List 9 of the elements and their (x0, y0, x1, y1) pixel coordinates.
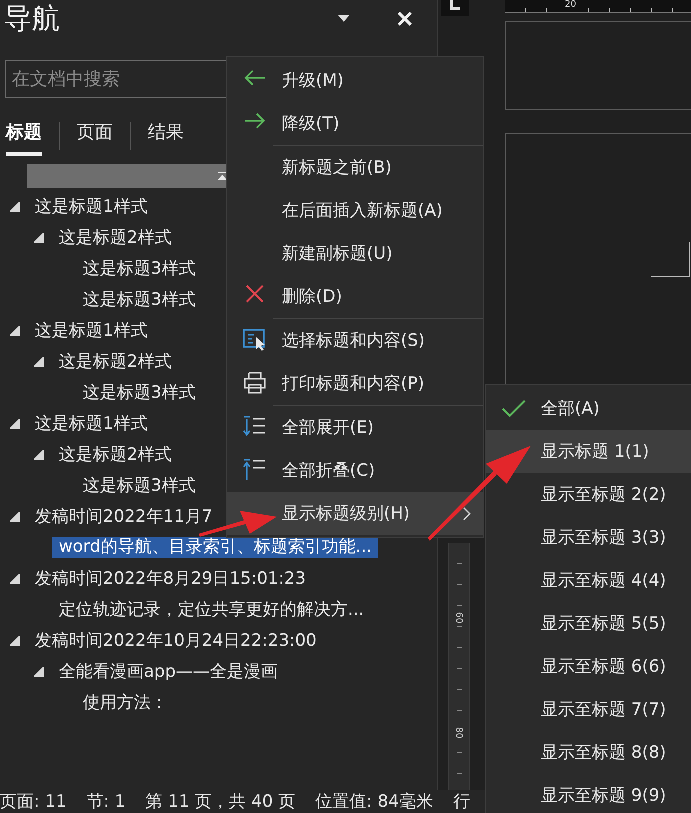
status-text: 节: 1 (86, 791, 126, 813)
ruler-label: 80 (454, 727, 464, 739)
status-text: 第 11 页，共 40 页 (146, 791, 296, 813)
status-text: 行 (453, 791, 470, 813)
status-text: 页面: 11 (0, 791, 67, 813)
ruler-label: 60 (454, 612, 464, 624)
status-text: 位置值: 84毫米 (316, 791, 434, 813)
pane-title: 导航 (4, 1, 60, 37)
ruler-label: 20 (565, 0, 576, 12)
